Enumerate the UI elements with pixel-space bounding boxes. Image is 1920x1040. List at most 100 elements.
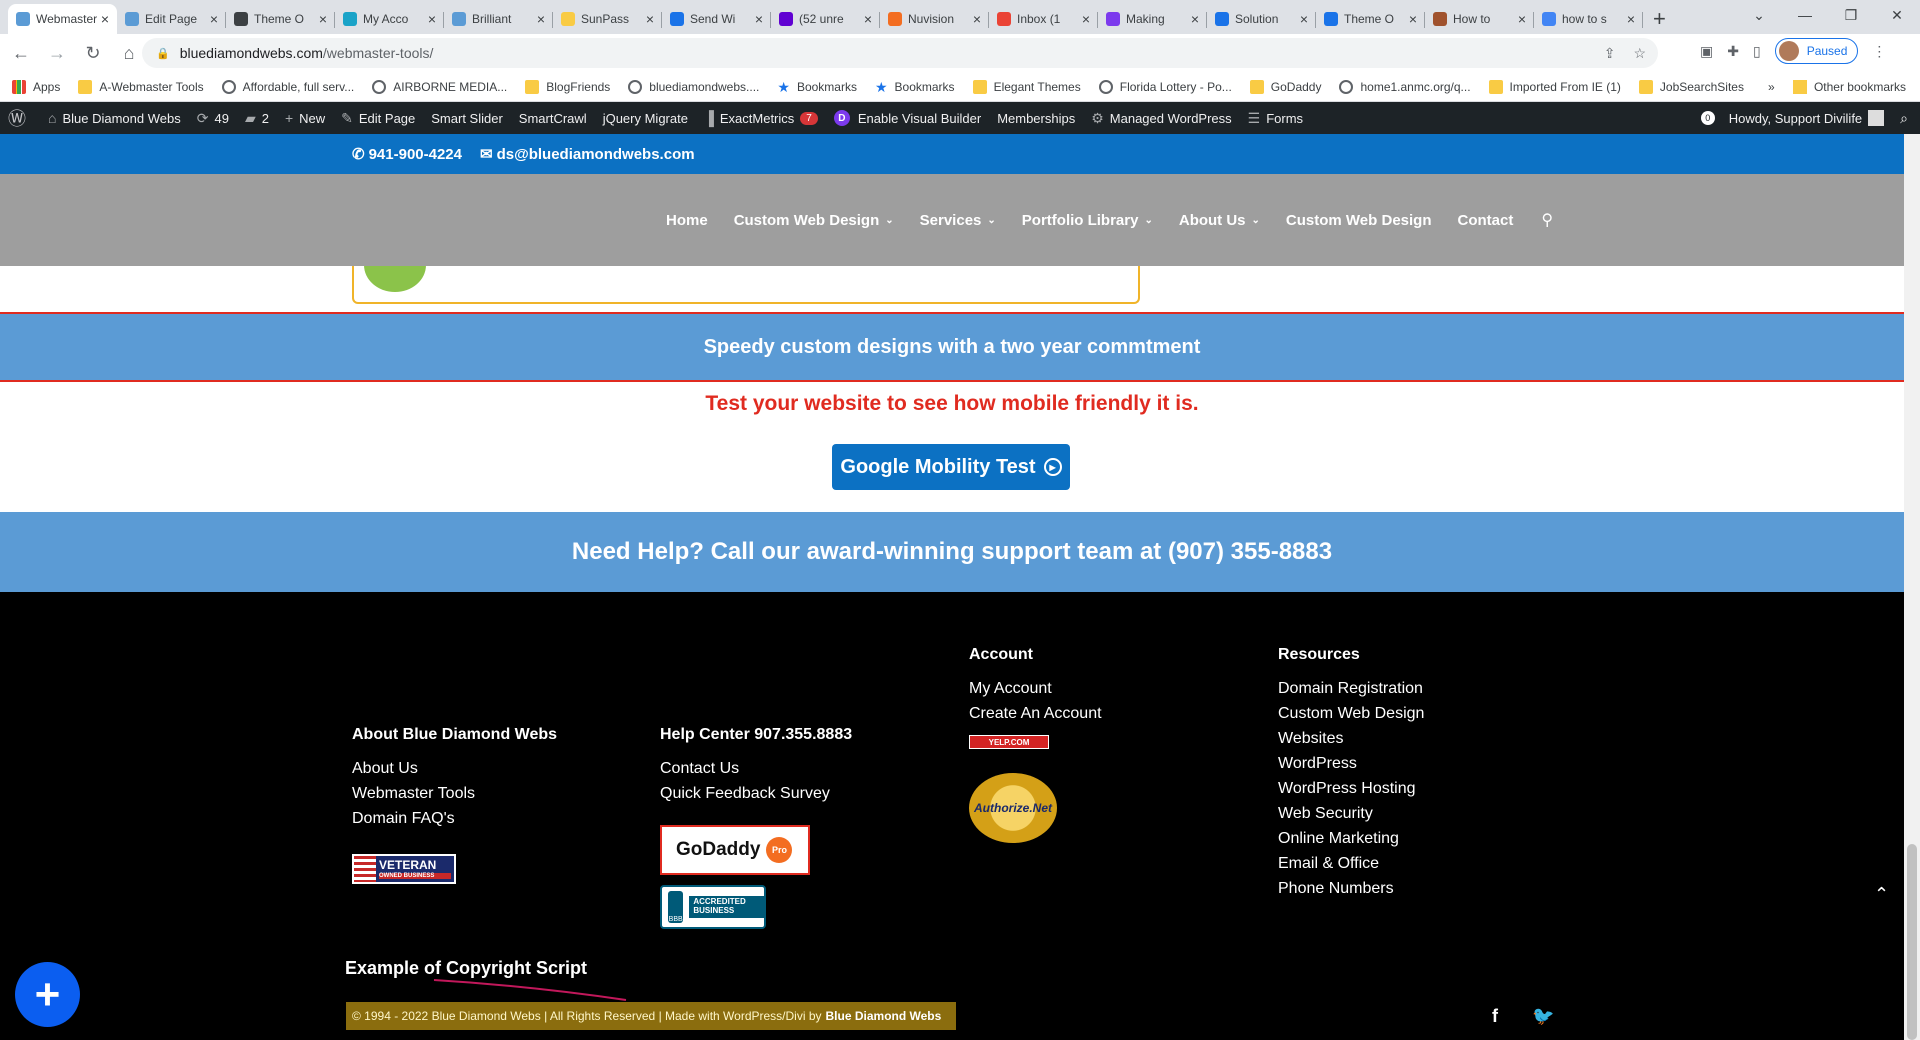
address-bar[interactable]: 🔒 bluediamondwebs.com/webmaster-tools/ ⇪…: [142, 38, 1658, 68]
footer-link[interactable]: Websites: [1278, 730, 1424, 748]
extension-icon[interactable]: ▣: [1700, 43, 1713, 60]
bookmarks-more[interactable]: »: [1768, 80, 1775, 94]
footer-link[interactable]: Contact Us: [660, 760, 852, 778]
wp-new[interactable]: + New: [277, 102, 333, 134]
wp-comments[interactable]: ▰ 2: [237, 102, 277, 134]
bookmark-item[interactable]: Apps: [12, 79, 60, 94]
godaddy-pro-badge[interactable]: GoDaddy Pro: [660, 825, 810, 875]
close-tab-icon[interactable]: ×: [755, 11, 763, 27]
close-tab-icon[interactable]: ×: [319, 11, 327, 27]
minimize-icon[interactable]: —: [1782, 0, 1828, 30]
nav-item[interactable]: Portfolio Library ⌄: [1022, 212, 1153, 229]
browser-tab[interactable]: SunPass ×: [553, 4, 662, 34]
close-tab-icon[interactable]: ×: [1300, 11, 1308, 27]
wp-edit-page[interactable]: ✎ Edit Page: [333, 102, 423, 134]
close-tab-icon[interactable]: ×: [1518, 11, 1526, 27]
nav-item[interactable]: Custom Web Design: [1286, 212, 1432, 229]
browser-tab[interactable]: Theme O ×: [1316, 4, 1425, 34]
lock-icon[interactable]: 🔒: [156, 47, 170, 60]
back-to-top-icon[interactable]: ⌃: [1874, 884, 1889, 905]
authorize-net-seal[interactable]: Authorize.Net: [969, 773, 1057, 843]
footer-link[interactable]: Create An Account: [969, 705, 1102, 723]
close-tab-icon[interactable]: ×: [1082, 11, 1090, 27]
bookmark-item[interactable]: GoDaddy: [1249, 79, 1321, 94]
wp-logo[interactable]: Ⓦ: [0, 102, 40, 134]
browser-tab[interactable]: (52 unre ×: [771, 4, 880, 34]
footer-link[interactable]: Domain FAQ's: [352, 810, 557, 828]
footer-link[interactable]: WordPress Hosting: [1278, 780, 1424, 798]
bookmark-item[interactable]: Affordable, full serv...: [221, 79, 354, 94]
browser-tab[interactable]: Webmaster ×: [8, 4, 117, 34]
wp-visual-builder[interactable]: D Enable Visual Builder: [826, 102, 989, 134]
page-scrollbar[interactable]: [1904, 134, 1920, 1040]
wp-managed-wordpress[interactable]: ⚙ Managed WordPress: [1083, 102, 1239, 134]
wp-jquery-migrate[interactable]: jQuery Migrate: [595, 102, 696, 134]
wp-my-account[interactable]: Howdy, Support Divilife: [1729, 102, 1885, 134]
menu-icon[interactable]: ⋮: [1872, 43, 1886, 60]
share-icon[interactable]: ⇪: [1604, 45, 1616, 62]
floating-add-button[interactable]: +: [15, 962, 80, 1027]
notification-badge[interactable]: 0: [1700, 111, 1715, 125]
scrollbar-thumb[interactable]: [1907, 844, 1917, 1040]
nav-item[interactable]: Contact: [1458, 212, 1514, 229]
browser-tab[interactable]: Edit Page ×: [117, 4, 226, 34]
facebook-icon[interactable]: f: [1492, 1006, 1498, 1027]
browser-tab[interactable]: How to ×: [1425, 4, 1534, 34]
browser-tab[interactable]: My Acco ×: [335, 4, 444, 34]
sidepanel-icon[interactable]: ▯: [1753, 43, 1761, 60]
bookmark-item[interactable]: Elegant Themes: [972, 79, 1081, 94]
bbb-accredited-badge[interactable]: BBB ACCREDITED BUSINESS: [660, 885, 766, 929]
google-mobility-test-button[interactable]: Google Mobility Test ▶: [832, 444, 1070, 490]
tab-search-icon[interactable]: ⌄: [1736, 0, 1782, 30]
close-tab-icon[interactable]: ×: [210, 11, 218, 27]
wp-exactmetrics[interactable]: ▐ ExactMetrics 7: [696, 102, 826, 134]
browser-tab[interactable]: Nuvision ×: [880, 4, 989, 34]
nav-item[interactable]: Custom Web Design ⌄: [734, 212, 894, 229]
nav-item[interactable]: About Us ⌄: [1179, 212, 1260, 229]
footer-link[interactable]: Custom Web Design: [1278, 705, 1424, 723]
wp-smart-slider[interactable]: Smart Slider: [423, 102, 511, 134]
wp-forms[interactable]: ☰ Forms: [1240, 102, 1311, 134]
puzzle-icon[interactable]: ✚: [1727, 43, 1739, 60]
browser-tab[interactable]: Send Wi ×: [662, 4, 771, 34]
bookmark-item[interactable]: ★ Bookmarks: [777, 80, 857, 94]
browser-tab[interactable]: Making ×: [1098, 4, 1207, 34]
email-link[interactable]: ✉ ds@bluediamondwebs.com: [480, 145, 695, 163]
yelp-badge[interactable]: YELP.COM: [969, 735, 1049, 749]
footer-link[interactable]: Online Marketing: [1278, 830, 1424, 848]
close-tab-icon[interactable]: ×: [973, 11, 981, 27]
bookmark-item[interactable]: A-Webmaster Tools: [78, 79, 204, 94]
close-window-icon[interactable]: ✕: [1874, 0, 1920, 30]
copyright-brand[interactable]: Blue Diamond Webs: [826, 1009, 942, 1023]
bookmark-item[interactable]: home1.anmc.org/q...: [1339, 79, 1471, 94]
footer-link[interactable]: Quick Feedback Survey: [660, 785, 852, 803]
footer-link[interactable]: Phone Numbers: [1278, 880, 1424, 898]
bookmark-item[interactable]: Imported From IE (1): [1488, 79, 1621, 94]
footer-link[interactable]: Email & Office: [1278, 855, 1424, 873]
bookmark-item[interactable]: JobSearchSites: [1638, 79, 1744, 94]
wp-updates[interactable]: ⟳ 49: [189, 102, 237, 134]
close-tab-icon[interactable]: ×: [646, 11, 654, 27]
close-tab-icon[interactable]: ×: [101, 11, 109, 27]
nav-item[interactable]: Services ⌄: [920, 212, 996, 229]
wp-smartcrawl[interactable]: SmartCrawl: [511, 102, 595, 134]
search-icon[interactable]: ⚲: [1541, 210, 1553, 230]
wp-memberships[interactable]: Memberships: [989, 102, 1083, 134]
footer-link[interactable]: Web Security: [1278, 805, 1424, 823]
nav-item[interactable]: Home: [666, 212, 708, 229]
other-bookmarks[interactable]: Other bookmarks: [1792, 79, 1906, 94]
restore-icon[interactable]: ❐: [1828, 0, 1874, 30]
bookmark-star-icon[interactable]: ☆: [1633, 45, 1646, 62]
bookmark-item[interactable]: ★ Bookmarks: [875, 80, 955, 94]
footer-link[interactable]: Domain Registration: [1278, 680, 1424, 698]
wp-site-name[interactable]: ⌂ Blue Diamond Webs: [40, 102, 189, 134]
home-icon[interactable]: ⌂: [114, 43, 144, 64]
reload-icon[interactable]: ↻: [78, 43, 108, 64]
footer-link[interactable]: My Account: [969, 680, 1102, 698]
profile-button[interactable]: Paused: [1774, 38, 1859, 64]
wp-search[interactable]: ⌕: [1884, 102, 1920, 134]
close-tab-icon[interactable]: ×: [537, 11, 545, 27]
back-icon[interactable]: ←: [6, 43, 36, 64]
close-tab-icon[interactable]: ×: [1627, 11, 1635, 27]
footer-link[interactable]: About Us: [352, 760, 557, 778]
